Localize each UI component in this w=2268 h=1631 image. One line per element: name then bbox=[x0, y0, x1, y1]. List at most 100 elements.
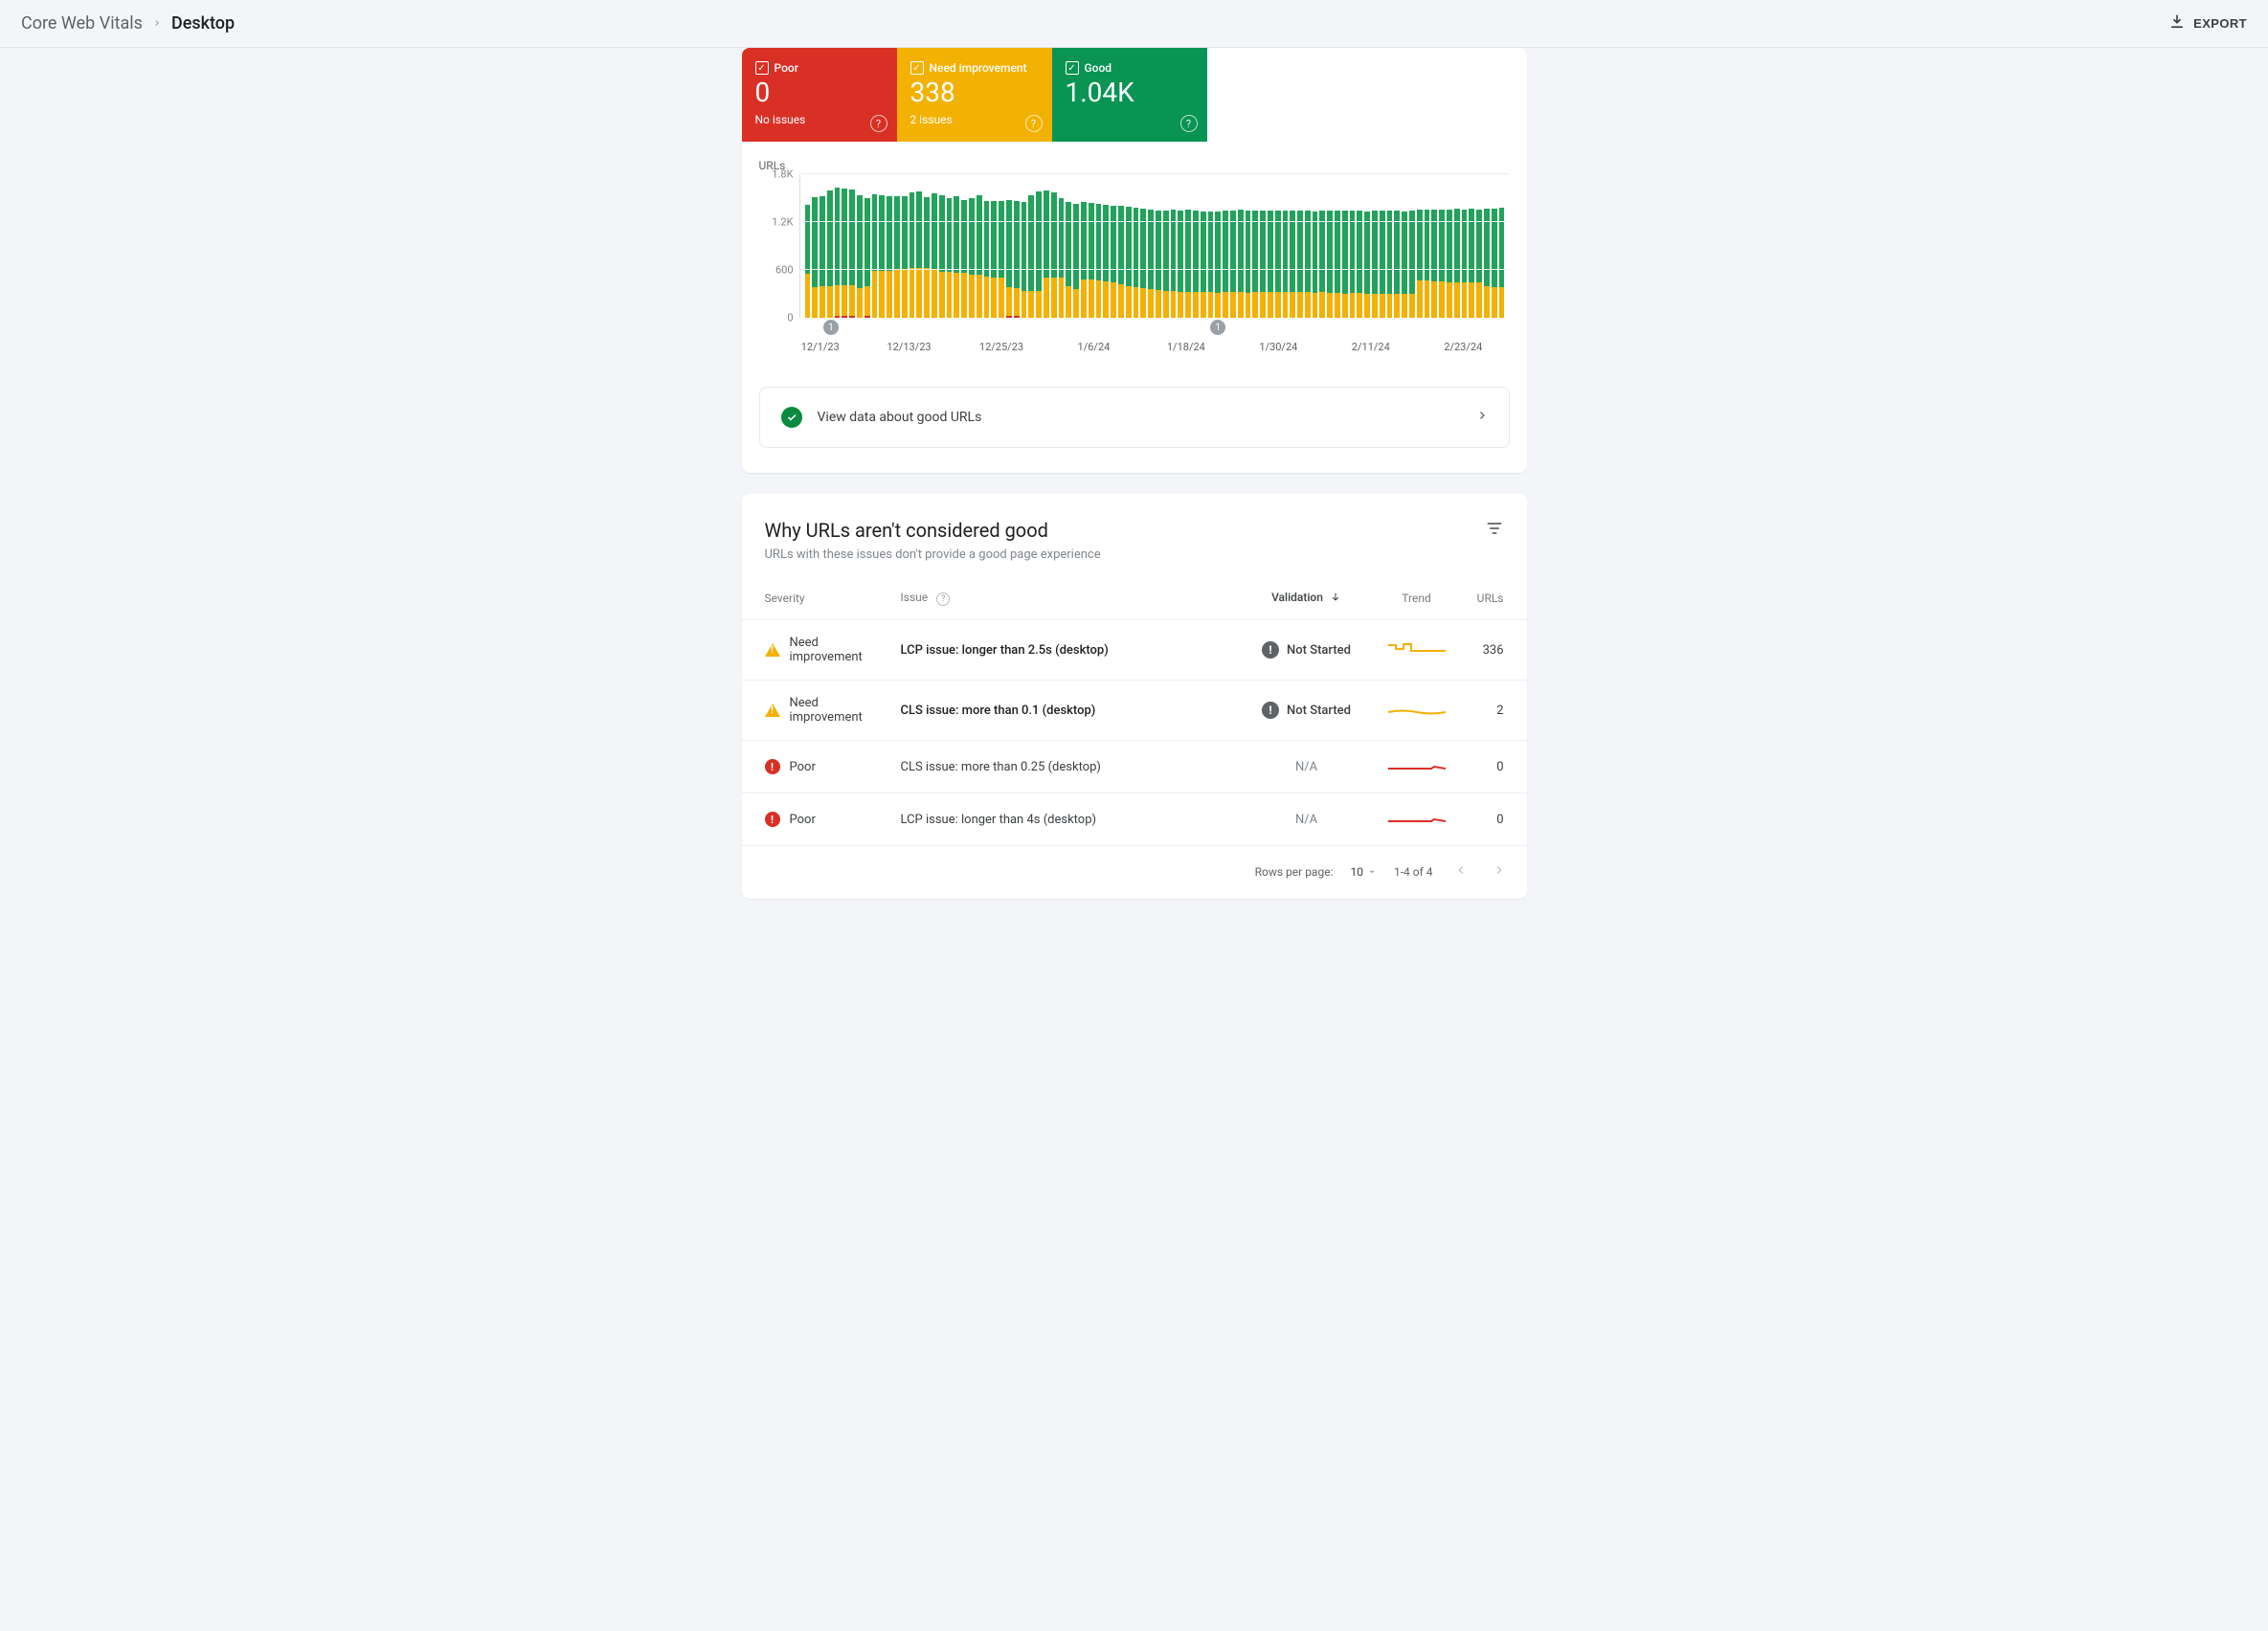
chart-bar[interactable] bbox=[1036, 191, 1042, 318]
chart-bar[interactable] bbox=[1364, 212, 1370, 318]
help-icon[interactable]: ? bbox=[936, 592, 950, 606]
col-validation[interactable]: Validation bbox=[1240, 577, 1374, 620]
chart-bar[interactable] bbox=[1215, 212, 1221, 318]
chart-bar[interactable] bbox=[1111, 206, 1116, 318]
chart-bar[interactable] bbox=[849, 190, 855, 318]
chart-bar[interactable] bbox=[1313, 212, 1318, 318]
chart-bar[interactable] bbox=[1484, 209, 1490, 318]
chart-bar[interactable] bbox=[924, 197, 930, 318]
chart-bar[interactable] bbox=[894, 196, 900, 318]
chart-bar[interactable] bbox=[1447, 210, 1452, 318]
chart-bar[interactable] bbox=[1156, 211, 1161, 318]
table-row[interactable]: Need improvementLCP issue: longer than 2… bbox=[742, 620, 1527, 681]
chart-bar[interactable] bbox=[1417, 210, 1423, 318]
chart-bar[interactable] bbox=[1275, 211, 1281, 318]
chart-bar[interactable] bbox=[961, 200, 967, 318]
table-row[interactable]: !PoorCLS issue: more than 0.25 (desktop)… bbox=[742, 741, 1527, 793]
chart-bar[interactable] bbox=[842, 189, 847, 318]
chart-bar[interactable] bbox=[969, 198, 975, 318]
table-row[interactable]: !PoorLCP issue: longer than 4s (desktop)… bbox=[742, 793, 1527, 846]
chart-bar[interactable] bbox=[1425, 210, 1430, 318]
chart-bar[interactable] bbox=[1476, 210, 1482, 318]
chart-bar[interactable] bbox=[1297, 211, 1303, 318]
chart-bar[interactable] bbox=[1380, 211, 1385, 318]
next-page-button[interactable] bbox=[1489, 860, 1510, 883]
help-icon[interactable]: ? bbox=[1180, 115, 1198, 132]
chart-bar[interactable] bbox=[1022, 202, 1027, 318]
chart-plot[interactable] bbox=[799, 174, 1510, 318]
chart-bar[interactable] bbox=[812, 197, 818, 318]
chart-annotation[interactable]: 1 bbox=[1210, 320, 1225, 335]
table-row[interactable]: Need improvementCLS issue: more than 0.1… bbox=[742, 681, 1527, 741]
chart-bar[interactable] bbox=[1044, 190, 1049, 318]
chart-bar[interactable] bbox=[1006, 200, 1012, 318]
col-trend[interactable]: Trend bbox=[1374, 577, 1460, 620]
good-urls-banner[interactable]: View data about good URLs bbox=[759, 387, 1510, 448]
chart-bar[interactable] bbox=[991, 201, 997, 318]
chart-bar[interactable] bbox=[1350, 211, 1356, 318]
chart-bar[interactable] bbox=[1178, 211, 1183, 319]
chart-bar[interactable] bbox=[1185, 210, 1191, 318]
prev-page-button[interactable] bbox=[1450, 860, 1471, 883]
chart-bar[interactable] bbox=[1051, 192, 1057, 318]
col-urls[interactable]: URLs bbox=[1460, 577, 1527, 620]
chart-bar[interactable] bbox=[827, 190, 833, 318]
chart-bar[interactable] bbox=[954, 196, 959, 318]
chart-bar[interactable] bbox=[1342, 211, 1348, 318]
tile-need-improvement[interactable]: ✓ Need improvement 338 2 issues ? bbox=[897, 48, 1052, 142]
chart-bar[interactable] bbox=[1246, 211, 1251, 318]
chart-bar[interactable] bbox=[1283, 211, 1289, 318]
chart-bar[interactable] bbox=[1193, 211, 1199, 318]
chart-bar[interactable] bbox=[1126, 207, 1132, 318]
help-icon[interactable]: ? bbox=[870, 115, 887, 132]
chart-bar[interactable] bbox=[1028, 195, 1034, 318]
breadcrumb-parent[interactable]: Core Web Vitals bbox=[21, 13, 143, 34]
chart-bar[interactable] bbox=[1357, 211, 1362, 318]
chart-bar[interactable] bbox=[865, 198, 870, 318]
chart-bar[interactable] bbox=[835, 188, 841, 318]
chart-bar[interactable] bbox=[872, 194, 878, 318]
chart-bar[interactable] bbox=[1290, 211, 1295, 318]
chart-bar[interactable] bbox=[1066, 202, 1071, 318]
chart-bar[interactable] bbox=[1252, 211, 1258, 318]
chart-bar[interactable] bbox=[909, 192, 915, 318]
chart-bar[interactable] bbox=[1059, 198, 1065, 318]
chart-bar[interactable] bbox=[1148, 210, 1154, 318]
chart-bar[interactable] bbox=[1171, 210, 1177, 318]
chart-annotation[interactable]: 1 bbox=[823, 320, 839, 335]
chart-bar[interactable] bbox=[1387, 211, 1393, 318]
chart-bar[interactable] bbox=[879, 195, 885, 318]
chart-bar[interactable] bbox=[1014, 201, 1020, 318]
chart-bar[interactable] bbox=[939, 195, 945, 318]
chart-bar[interactable] bbox=[1499, 208, 1505, 318]
chart-bar[interactable] bbox=[857, 195, 863, 318]
tile-good[interactable]: ✓ Good 1.04K ? bbox=[1052, 48, 1207, 142]
tile-poor[interactable]: ✓ Poor 0 No issues ? bbox=[742, 48, 897, 142]
chart-bar[interactable] bbox=[1469, 209, 1474, 318]
chart-bar[interactable] bbox=[1327, 211, 1333, 318]
chart-bar[interactable] bbox=[1394, 211, 1400, 318]
chart-bar[interactable] bbox=[1454, 209, 1460, 318]
chart-bar[interactable] bbox=[977, 195, 982, 318]
chart-bar[interactable] bbox=[1081, 202, 1087, 318]
chart-bar[interactable] bbox=[887, 196, 892, 318]
chart-bar[interactable] bbox=[820, 196, 825, 318]
chart-bar[interactable] bbox=[1118, 206, 1124, 318]
chart-bar[interactable] bbox=[1319, 211, 1325, 318]
chart-bar[interactable] bbox=[902, 196, 908, 318]
chart-bar[interactable] bbox=[947, 198, 953, 318]
chart-bar[interactable] bbox=[999, 201, 1004, 318]
chart-bar[interactable] bbox=[1335, 211, 1340, 318]
chart-bar[interactable] bbox=[1439, 210, 1445, 318]
chart-bar[interactable] bbox=[1134, 208, 1139, 318]
chart-bar[interactable] bbox=[932, 193, 937, 318]
col-severity[interactable]: Severity bbox=[742, 577, 895, 620]
rows-per-page-select[interactable]: 10 bbox=[1350, 865, 1377, 879]
chart-bar[interactable] bbox=[1268, 211, 1273, 318]
filter-icon[interactable] bbox=[1485, 519, 1504, 562]
chart-bar[interactable] bbox=[1305, 211, 1311, 318]
chart-bar[interactable] bbox=[1372, 211, 1378, 318]
chart-bar[interactable] bbox=[1140, 209, 1146, 318]
chart-bar[interactable] bbox=[1089, 203, 1094, 318]
col-issue[interactable]: Issue ? bbox=[895, 577, 1240, 620]
